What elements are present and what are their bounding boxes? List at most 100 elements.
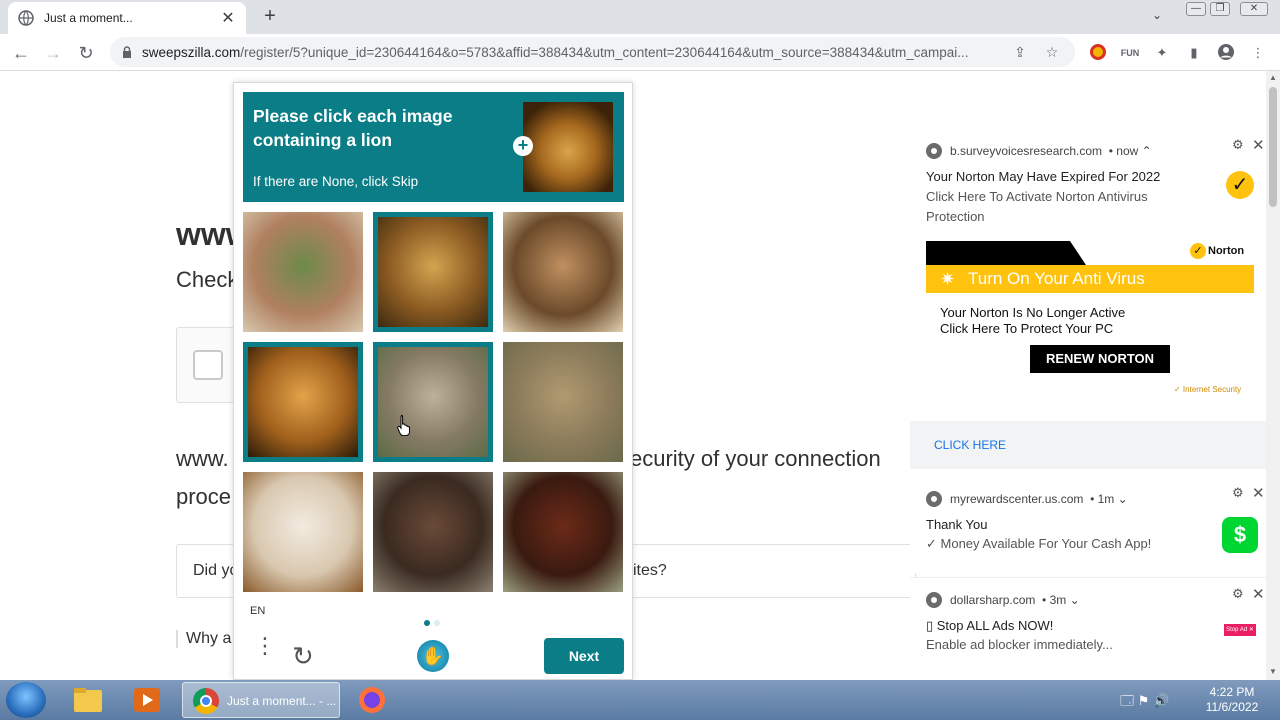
page-text-right: ecurity of your connection	[630, 446, 881, 471]
next-button[interactable]: Next	[544, 638, 624, 674]
refresh-challenge-icon[interactable]: ↻	[292, 641, 314, 672]
captcha-tile[interactable]	[503, 342, 623, 462]
captcha-menu-icon[interactable]: ⋮	[254, 635, 276, 657]
notification-norton[interactable]: b.surveyvoicesresearch.com • now ⌃ ⚙ ✕ Y…	[910, 131, 1266, 421]
window-close-button[interactable]: ✕	[1240, 2, 1268, 16]
globe-icon	[18, 10, 34, 26]
clock-time: 4:22 PM	[1209, 685, 1255, 699]
start-button[interactable]	[6, 682, 46, 718]
close-icon[interactable]: ✕	[1252, 484, 1265, 502]
norton-logo-check-icon: ✓	[1190, 243, 1206, 259]
windows-taskbar: Just a moment... - ... 🗔 ⚑ 🔊 4:22 PM 11/…	[0, 680, 1280, 720]
explorer-taskbar-button[interactable]	[66, 682, 110, 718]
banner-black-stripe	[926, 241, 1086, 265]
close-icon[interactable]: ✕	[1252, 585, 1265, 603]
close-icon[interactable]: ✕	[1252, 136, 1265, 154]
click-here-action[interactable]: CLICK HERE	[910, 421, 1266, 469]
tile-image	[378, 217, 488, 327]
banner-headline: Turn On Your Anti Virus	[968, 269, 1145, 288]
captcha-tile[interactable]	[373, 212, 493, 332]
stop-ad-badge: Stop Ad ✕	[1224, 624, 1256, 636]
notification-source: b.surveyvoicesresearch.com • now ⌃	[926, 143, 1152, 159]
notification-adblock[interactable]: dollarsharp.com • 3m ⌄ ⚙ ✕ ▯ Stop ALL Ad…	[910, 577, 1266, 665]
notification-source: dollarsharp.com • 3m ⌄	[926, 592, 1080, 608]
tile-image	[378, 347, 488, 457]
gear-icon[interactable]: ⚙	[1232, 586, 1244, 602]
norton-banner-image: ✓ Norton ✷ Turn On Your Anti Virus Your No…	[926, 241, 1254, 401]
tile-image	[248, 347, 358, 457]
scroll-up-icon[interactable]: ▲	[1269, 73, 1277, 82]
gear-icon[interactable]: ⚙	[1232, 485, 1244, 501]
expand-sample-plus-icon[interactable]: +	[513, 136, 533, 156]
tab-close-icon[interactable]: ✕	[220, 8, 236, 28]
norton-logo: ✓ Norton	[1190, 243, 1244, 259]
scrollbar-thumb[interactable]	[1269, 87, 1277, 207]
back-button[interactable]: ←	[11, 43, 31, 63]
tile-image	[243, 472, 363, 592]
lock-icon	[123, 46, 131, 58]
norton-logo-text: Norton	[1208, 245, 1245, 257]
captcha-tile[interactable]	[243, 212, 363, 332]
page-dot-active	[424, 620, 430, 626]
address-bar[interactable]: sweepszilla.com/register/5?unique_id=230…	[110, 37, 1075, 67]
maximize-button[interactable]: ❐	[1210, 2, 1230, 16]
chrome-taskbar-button[interactable]: Just a moment... - ...	[182, 682, 340, 718]
share-icon[interactable]: ⇪	[1011, 43, 1029, 61]
scroll-down-icon[interactable]: ▼	[1269, 667, 1277, 676]
notification-cashapp[interactable]: myrewardscenter.us.com • 1m ⌄ ⚙ ✕ Thank …	[910, 477, 1266, 573]
chrome-icon	[193, 688, 219, 714]
captcha-tile[interactable]	[503, 212, 623, 332]
firefox-taskbar-button[interactable]	[350, 682, 394, 718]
captcha-tile[interactable]	[373, 342, 493, 462]
side-panel-icon[interactable]: ▮	[1184, 43, 1204, 63]
tile-image	[503, 342, 623, 462]
captcha-tile[interactable]	[373, 472, 493, 592]
notification-body: ✓ Money Available For Your Cash App!	[926, 536, 1152, 551]
puzzle-extensions-icon[interactable]: ✦	[1152, 43, 1172, 63]
tile-image	[373, 472, 493, 592]
tab-search-chevron-icon[interactable]: ⌄	[1152, 8, 1162, 22]
media-player-taskbar-button[interactable]	[126, 682, 170, 718]
clock-date: 11/6/2022	[1205, 700, 1259, 714]
internet-security-label: ✓ Internet Security	[1174, 385, 1242, 394]
captcha-skip-hint: If there are None, click Skip	[253, 174, 419, 189]
norton-check-icon: ✓	[1226, 171, 1254, 199]
tab-strip: Just a moment... ✕ + ⌄ — ❐ ✕	[0, 0, 1280, 34]
banner-yellow-bar: ✷ Turn On Your Anti Virus	[926, 265, 1254, 293]
browser-tab[interactable]: Just a moment... ✕	[8, 2, 246, 34]
chrome-icon	[926, 592, 942, 608]
new-tab-button[interactable]: +	[260, 6, 280, 26]
chrome-icon	[926, 491, 942, 507]
captcha-tile[interactable]	[243, 342, 363, 462]
captcha-tile[interactable]	[243, 472, 363, 592]
page-scrollbar[interactable]: ▲ ▼	[1266, 71, 1280, 680]
extension-adblock-icon[interactable]	[1088, 43, 1108, 63]
page-subheading: Check	[176, 267, 239, 292]
notification-domain: dollarsharp.com	[950, 593, 1036, 607]
extension-fun-icon[interactable]: FUN	[1120, 43, 1140, 63]
forward-button[interactable]: →	[43, 43, 63, 63]
profile-avatar-icon[interactable]	[1216, 43, 1236, 63]
url-path: /register/5?unique_id=230644164&o=5783&a…	[240, 44, 969, 60]
hcaptcha-logo-icon: ✋	[417, 640, 449, 672]
minimize-button[interactable]: —	[1186, 2, 1206, 16]
captcha-tile[interactable]	[503, 472, 623, 592]
notification-time: • 3m ⌄	[1042, 593, 1080, 607]
menu-kebab-icon[interactable]: ⋮	[1248, 43, 1268, 63]
cashapp-dollar-icon: $	[1222, 517, 1258, 553]
taskbar-clock[interactable]: 4:22 PM 11/6/2022	[1200, 685, 1264, 715]
tab-title: Just a moment...	[44, 11, 133, 25]
hand-cursor-icon	[397, 415, 410, 436]
notification-time: • now ⌃	[1108, 144, 1152, 158]
system-tray-icons[interactable]: 🗔 ⚑ 🔊	[1120, 692, 1169, 714]
verify-checkbox[interactable]	[193, 350, 223, 380]
notification-source: myrewardscenter.us.com • 1m ⌄	[926, 491, 1128, 507]
page-dot	[434, 620, 440, 626]
page-text-line2: proce	[176, 484, 232, 509]
notification-domain: myrewardscenter.us.com	[950, 492, 1084, 506]
gear-icon[interactable]: ⚙	[1232, 137, 1244, 153]
bookmark-star-icon[interactable]: ☆	[1043, 43, 1061, 61]
language-selector[interactable]: EN	[250, 605, 265, 617]
browser-toolbar: ← → ↻ sweepszilla.com/register/5?unique_…	[0, 34, 1280, 71]
reload-button[interactable]: ↻	[76, 43, 96, 63]
